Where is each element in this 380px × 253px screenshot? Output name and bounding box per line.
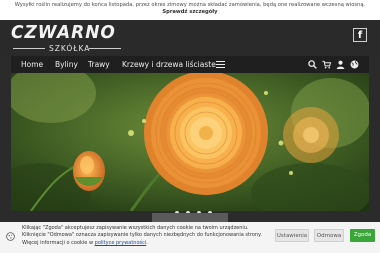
cart-icon[interactable] (322, 60, 331, 69)
cookie-decline-button[interactable]: Odmowa (314, 229, 344, 242)
logo-name: CZWARNO (11, 22, 116, 44)
search-icon[interactable] (308, 60, 317, 69)
site-header: CZWARNO SZKÓŁKA f (0, 20, 380, 56)
nav-item-krzewy[interactable]: Krzewy i drzewa liściaste (122, 56, 216, 73)
nav-item-home[interactable]: Home (21, 56, 43, 73)
check-details-link[interactable]: Sprawdź szczegóły (0, 9, 380, 16)
nav-item-trawy[interactable]: Trawy (88, 56, 110, 73)
cookie-text-line3: Więcej informacji o cookie w polityce pr… (22, 239, 148, 246)
dahlia-bud (73, 151, 105, 191)
shipping-notice-text: Wysyłki roślin realizujemy do końca list… (14, 2, 366, 8)
slider-dots (175, 200, 214, 215)
logo-divider-right (89, 48, 121, 49)
privacy-policy-link[interactable]: polityce prywatności (95, 240, 147, 246)
cookie-accept-button[interactable]: Zgoda (350, 229, 375, 242)
hero-image-dahlia (11, 73, 369, 211)
logo-divider-left (13, 48, 45, 49)
slider-thumbnail-strip (152, 213, 228, 222)
cookie-text-line2: Kliknięcie "Odmowa" oznacza zapisywanie … (22, 232, 262, 239)
user-icon[interactable] (336, 60, 345, 69)
shipping-notice-bar: Wysyłki roślin realizujemy do końca list… (0, 0, 380, 20)
cookie-text: Klikając "Zgoda" akceptujesz zapisywanie… (22, 225, 272, 247)
cookie-settings-button[interactable]: Ustawienia (275, 229, 309, 242)
cookie-icon (6, 232, 15, 241)
facebook-icon[interactable]: f (353, 28, 367, 42)
logo-subtitle: SZKÓŁKA (49, 44, 91, 53)
cookie-text-line1: Klikając "Zgoda" akceptujesz zapisywanie… (22, 225, 249, 231)
background-dahlia (283, 107, 339, 163)
hero-slider[interactable] (11, 73, 369, 211)
globe-icon[interactable] (350, 60, 359, 69)
cookie-banner: Klikając "Zgoda" akceptujesz zapisywanie… (0, 222, 380, 253)
menu-icon[interactable] (216, 61, 225, 68)
logo[interactable]: CZWARNO SZKÓŁKA (11, 23, 123, 55)
dahlia-flower (144, 73, 268, 195)
main-navigation: Home Byliny Trawy Krzewy i drzewa liścia… (11, 56, 369, 73)
nav-item-byliny[interactable]: Byliny (55, 56, 78, 73)
nav-icons (308, 56, 364, 73)
